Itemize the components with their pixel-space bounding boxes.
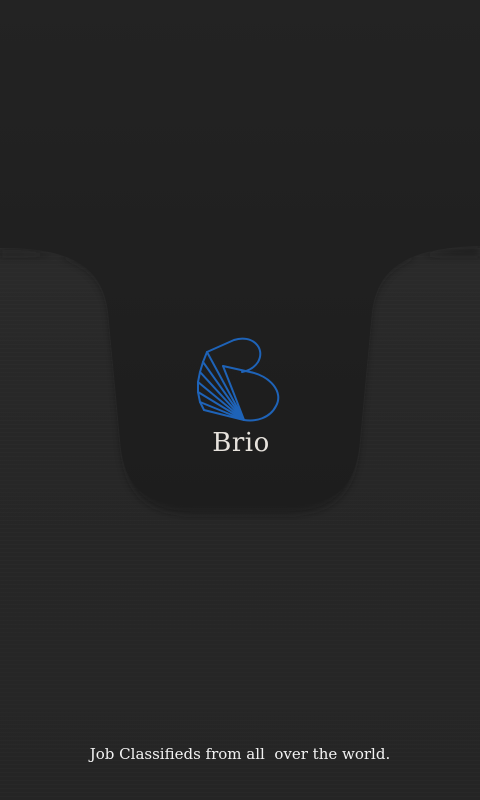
brand-name: Brio: [212, 428, 270, 458]
splash-screen: Brio Job Classifieds from all over the w…: [0, 0, 480, 800]
brio-book-logo-icon: [197, 337, 280, 422]
tagline: Job Classifieds from all over the world.: [89, 745, 391, 763]
